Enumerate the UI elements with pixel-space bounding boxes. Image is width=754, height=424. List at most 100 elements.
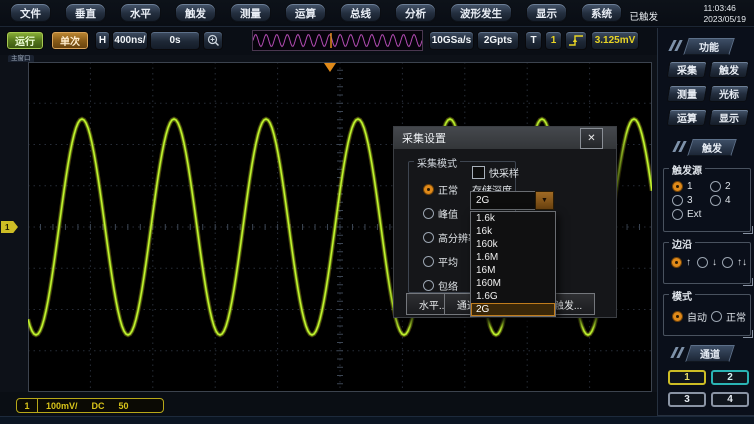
- radio-mode-auto[interactable]: 自动: [672, 309, 707, 324]
- depth-option[interactable]: 16M: [471, 264, 555, 277]
- radio-acq-envelope[interactable]: 包络: [423, 278, 458, 293]
- section-slashes-icon: [675, 140, 687, 152]
- edge-label: 边沿: [669, 236, 695, 251]
- channel1-badge[interactable]: 1 100mV/ DC 50: [16, 398, 164, 413]
- oscilloscope-app: 文件 垂直 水平 触发 测量 运算 总线 分析 波形发生 显示 系统 已触发 1…: [0, 0, 754, 424]
- depth-option[interactable]: 16k: [471, 225, 555, 238]
- channel1-badge-number: 1: [17, 399, 38, 412]
- section-header-function[interactable]: 功能: [683, 38, 735, 55]
- radio-dot: [697, 257, 708, 268]
- radio-dot: [423, 208, 434, 219]
- right-sidebar: 功能 采集 触发 测量 光标 运算 显示 触发 触发源 1 2 3 4 Ext …: [657, 28, 754, 416]
- depth-option[interactable]: 160M: [471, 277, 555, 290]
- depth-value: 2G: [470, 191, 535, 210]
- sidebar-btn-math[interactable]: 运算: [667, 109, 708, 126]
- depth-combobox[interactable]: 2G ▼: [470, 191, 554, 210]
- radio-dot: [672, 181, 683, 192]
- sidebar-btn-measure[interactable]: 测量: [667, 85, 708, 102]
- menu-system[interactable]: 系统: [581, 3, 622, 23]
- radio-edge-falling[interactable]: ↓: [697, 257, 717, 268]
- edge-group: 边沿 ↑ ↓ ↑↓: [663, 242, 751, 284]
- bottom-info-bar: 1 100mV/ DC 50: [0, 392, 657, 416]
- single-button[interactable]: 单次: [51, 31, 89, 50]
- radio-acq-average[interactable]: 平均: [423, 254, 458, 269]
- depth-option[interactable]: 1.6k: [471, 212, 555, 225]
- radio-acq-normal[interactable]: 正常: [423, 182, 458, 197]
- section-slashes-icon: [673, 346, 685, 358]
- run-button[interactable]: 运行: [6, 31, 44, 50]
- radio-dot: [711, 311, 722, 322]
- checkbox-icon: [472, 166, 485, 179]
- channel1-impedance: 50: [119, 401, 129, 411]
- sidebar-btn-cursor[interactable]: 光标: [709, 85, 750, 102]
- depth-option[interactable]: 160k: [471, 238, 555, 251]
- sidebar-btn-display[interactable]: 显示: [709, 109, 750, 126]
- waveform-preview[interactable]: [252, 30, 423, 51]
- radio-dot: [710, 195, 721, 206]
- trigger-mode-group: 模式 自动 正常: [663, 294, 751, 336]
- depth-option[interactable]: 1.6M: [471, 251, 555, 264]
- memory-depth-button[interactable]: 2Gpts: [477, 31, 519, 50]
- menu-analysis[interactable]: 分析: [395, 3, 436, 23]
- dropdown-arrow-icon[interactable]: ▼: [535, 191, 554, 210]
- sidebar-btn-trigger[interactable]: 触发: [709, 61, 750, 78]
- trigger-source-button[interactable]: 1: [545, 31, 562, 50]
- menu-display[interactable]: 显示: [526, 3, 567, 23]
- fast-sample-checkbox[interactable]: 快采样: [472, 165, 519, 180]
- trigger-level-button[interactable]: 3.125mV: [591, 31, 639, 50]
- radio-source-1[interactable]: 1: [672, 181, 693, 192]
- clock-time: 11:03:46: [703, 3, 746, 14]
- trigger-edge-button[interactable]: [565, 31, 587, 50]
- menu-bus[interactable]: 总线: [340, 3, 381, 23]
- menu-vertical[interactable]: 垂直: [65, 3, 106, 23]
- depth-dropdown-list: 1.6k 16k 160k 1.6M 16M 160M 1.6G 2G: [470, 211, 556, 317]
- depth-option-selected[interactable]: 2G: [471, 303, 555, 316]
- dialog-close-button[interactable]: ✕: [580, 128, 603, 149]
- section-header-trigger[interactable]: 触发: [687, 139, 737, 156]
- radio-dot: [672, 195, 683, 206]
- channel-button-2[interactable]: 2: [711, 370, 749, 385]
- zoom-button[interactable]: [203, 31, 223, 50]
- horizontal-label: H: [95, 31, 110, 50]
- menu-horizontal[interactable]: 水平: [120, 3, 161, 23]
- trigger-status: 已触发: [629, 9, 658, 23]
- radio-edge-rising[interactable]: ↑: [671, 257, 691, 268]
- radio-dot: [722, 257, 733, 268]
- acquire-mode-label: 采集模式: [414, 155, 460, 170]
- channel-button-1[interactable]: 1: [668, 370, 706, 385]
- channel-button-4[interactable]: 4: [711, 392, 749, 407]
- radio-source-4[interactable]: 4: [710, 195, 731, 206]
- menu-measure[interactable]: 测量: [230, 3, 271, 23]
- radio-acq-peak[interactable]: 峰值: [423, 206, 458, 221]
- section-slashes-icon: [671, 39, 683, 51]
- menu-trigger[interactable]: 触发: [175, 3, 216, 23]
- radio-dot: [423, 232, 434, 243]
- sidebar-btn-acquire[interactable]: 采集: [667, 61, 708, 78]
- clock: 11:03:46 2023/05/19: [703, 3, 746, 25]
- depth-option[interactable]: 1.6G: [471, 290, 555, 303]
- horizontal-offset-button[interactable]: 0s: [150, 31, 200, 50]
- channel-button-3[interactable]: 3: [668, 392, 706, 407]
- menu-wavegen[interactable]: 波形发生: [450, 3, 512, 23]
- menu-bar: 文件 垂直 水平 触发 测量 运算 总线 分析 波形发生 显示 系统 已触发 1…: [0, 0, 754, 27]
- menu-file[interactable]: 文件: [10, 3, 51, 23]
- radio-source-2[interactable]: 2: [710, 181, 731, 192]
- radio-source-ext[interactable]: Ext: [672, 209, 701, 220]
- channel1-scale: 100mV/: [46, 401, 78, 411]
- sample-rate-button[interactable]: 10GSa/s: [429, 31, 474, 50]
- section-header-channel[interactable]: 通道: [685, 345, 735, 362]
- timebase-button[interactable]: 400ns/: [112, 31, 148, 50]
- radio-source-3[interactable]: 3: [672, 195, 693, 206]
- channel1-ground-marker[interactable]: 1: [1, 221, 18, 233]
- view-tab[interactable]: 主窗口: [8, 55, 34, 62]
- radio-dot: [423, 256, 434, 267]
- rising-edge-icon: [568, 34, 584, 47]
- trigger-label: T: [525, 31, 542, 50]
- radio-dot: [423, 280, 434, 291]
- menu-math[interactable]: 运算: [285, 3, 326, 23]
- toolbar: 运行 单次 H 400ns/ 0s 10GSa/s 2Gpts T 1 3.12…: [0, 27, 754, 56]
- preview-sine-icon: [253, 31, 422, 50]
- radio-edge-both[interactable]: ↑↓: [722, 257, 747, 268]
- radio-mode-normal[interactable]: 正常: [711, 309, 746, 324]
- radio-dot: [423, 184, 434, 195]
